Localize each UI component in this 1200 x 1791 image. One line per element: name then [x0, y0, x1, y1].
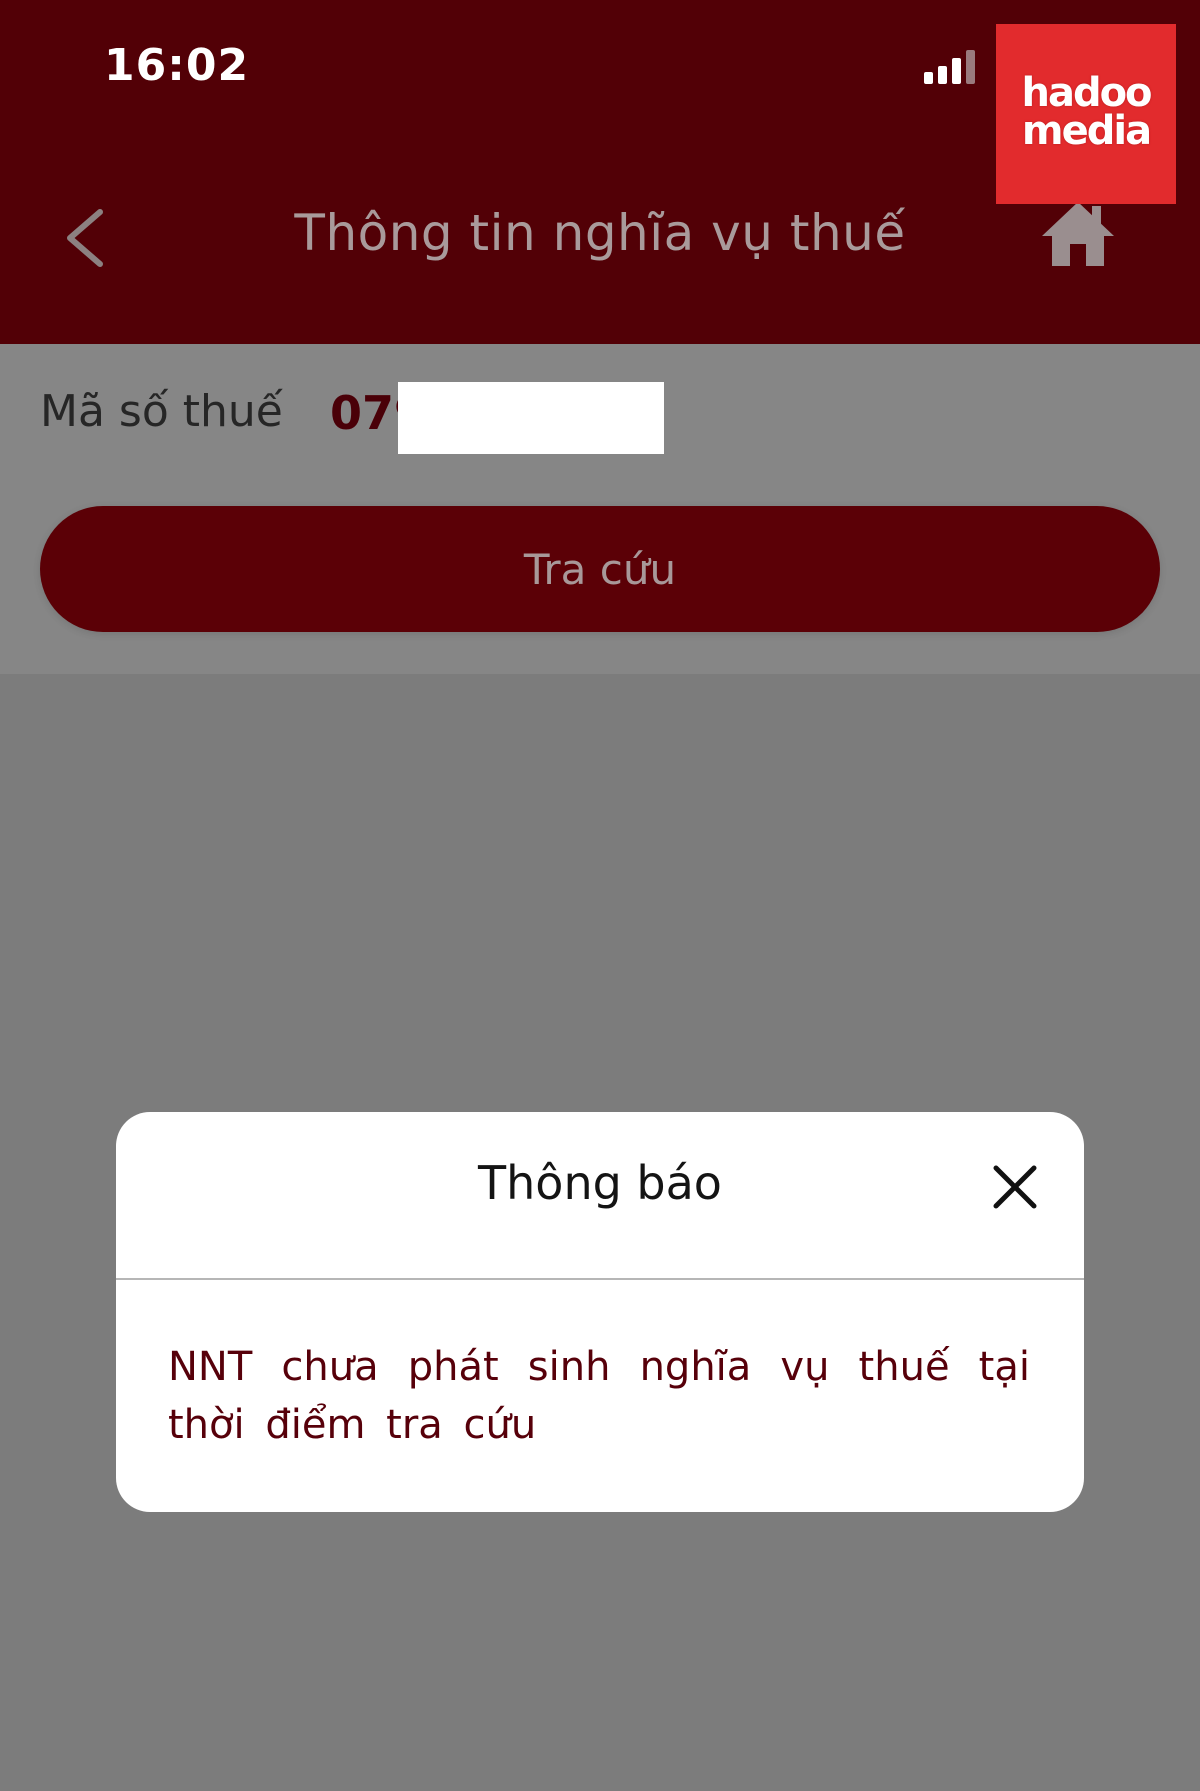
status-time: 16:02 [104, 40, 250, 91]
close-icon[interactable] [992, 1164, 1038, 1210]
cellular-signal-icon [924, 48, 978, 84]
dialog-title: Thông báo [478, 1156, 722, 1210]
page-title: Thông tin nghĩa vụ thuế [294, 204, 906, 262]
hadoo-media-logo: hadoo media [996, 24, 1176, 204]
dialog-divider [116, 1278, 1084, 1280]
logo-text-bottom: media [1021, 108, 1152, 154]
home-icon[interactable] [1040, 200, 1116, 268]
dialog-message: NNT chưa phát sinh nghĩa vụ thuế tại thờ… [168, 1344, 1030, 1448]
redaction-box [398, 382, 664, 454]
tax-code-label: Mã số thuế [40, 386, 283, 437]
search-button[interactable]: Tra cứu [40, 506, 1160, 632]
notification-dialog: Thông báo NNT chưa phát sinh nghĩa vụ th… [116, 1112, 1084, 1512]
